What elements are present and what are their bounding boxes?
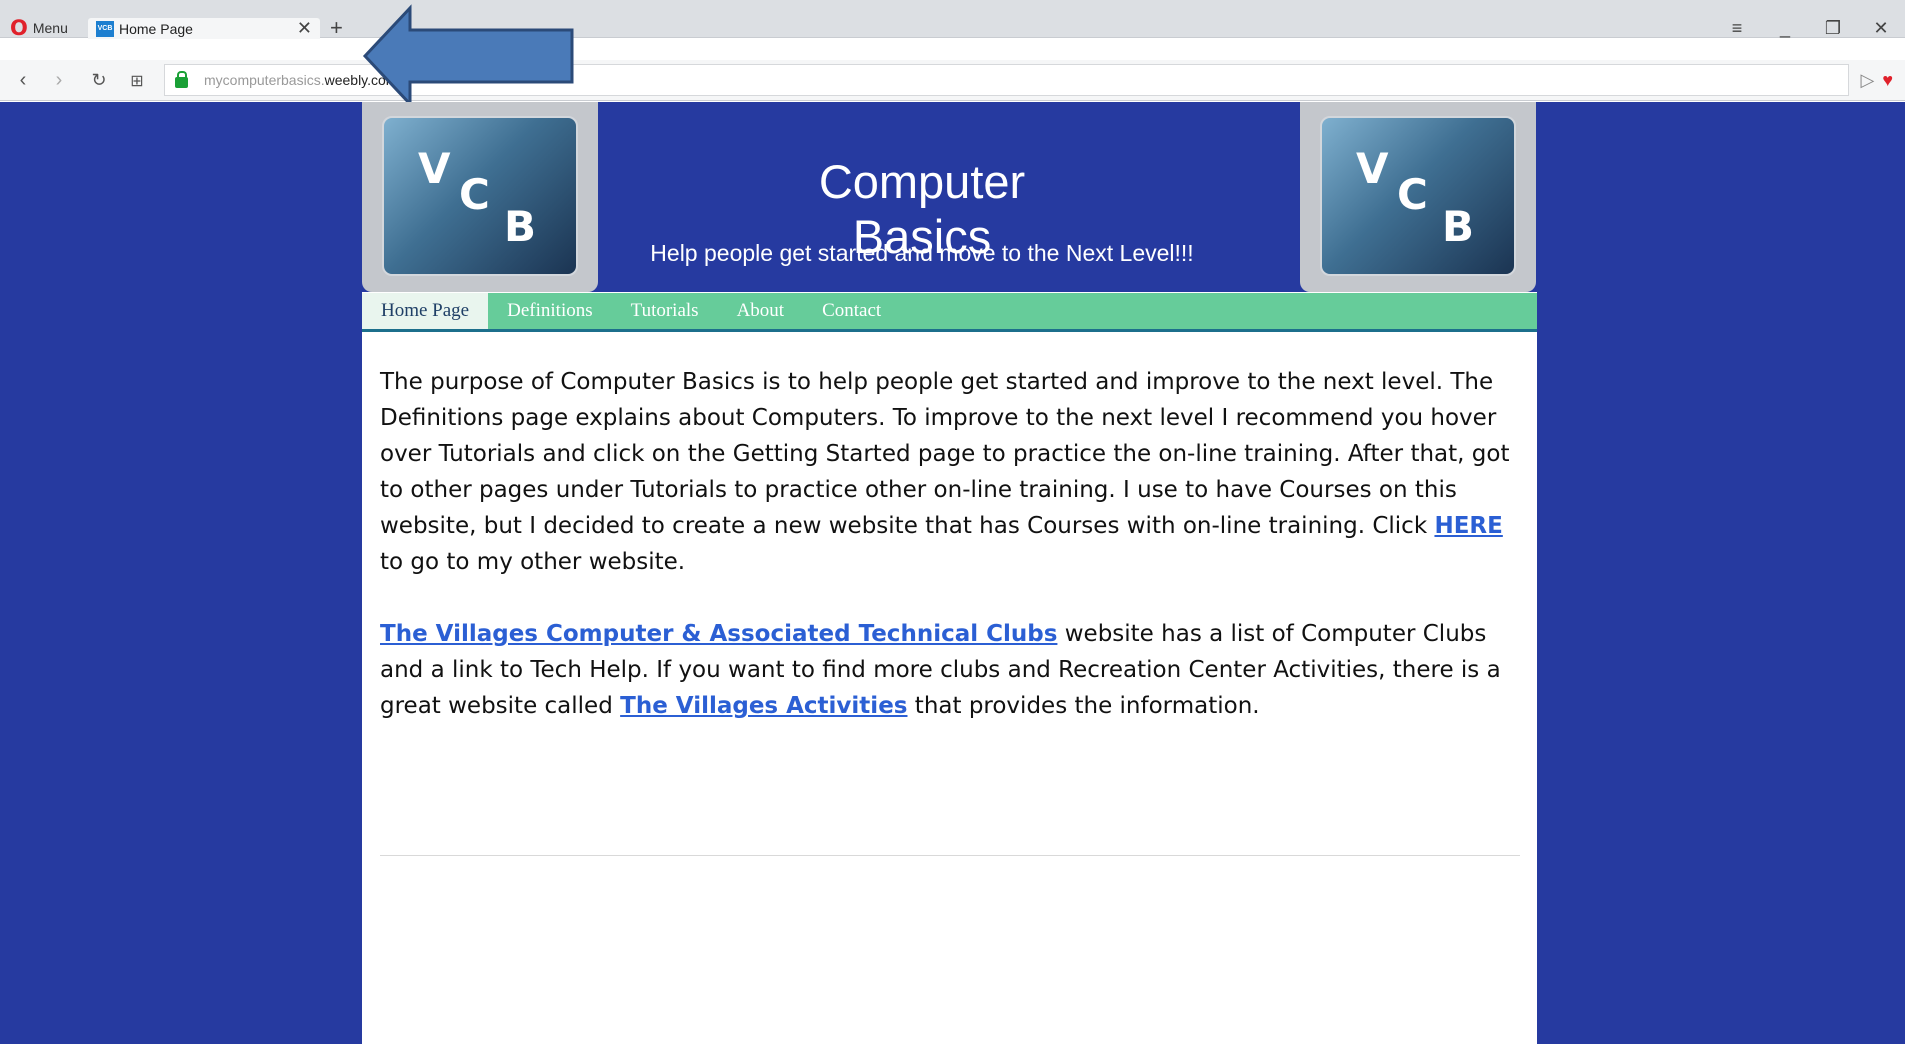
villages-activities-link[interactable]: The Villages Activities [620, 693, 907, 719]
site-tagline: Help people get started and move to the … [650, 240, 1194, 266]
logo-letter-c: C [1397, 170, 1428, 219]
villages-computer-clubs-link[interactable]: The Villages Computer & Associated Techn… [380, 621, 1057, 647]
tab-bar: O Menu VCB Home Page ✕ + ≡ _ ❐ ✕ [0, 0, 1905, 40]
back-icon[interactable]: ‹ [8, 60, 38, 101]
lock-icon [175, 70, 188, 88]
main-content: The purpose of Computer Basics is to hel… [380, 364, 1520, 760]
clubs-paragraph: The Villages Computer & Associated Techn… [380, 616, 1520, 724]
tab-menu-icon[interactable]: ≡ [1713, 18, 1761, 38]
content-divider [380, 855, 1520, 856]
here-link[interactable]: HERE [1434, 513, 1502, 539]
tab-home-page[interactable]: VCB Home Page ✕ [88, 18, 320, 39]
page-container: V C B Computer Basics Help people get st… [362, 102, 1537, 1044]
reload-icon[interactable]: ↻ [84, 60, 114, 101]
forward-icon[interactable]: › [44, 60, 74, 101]
nav-tutorials[interactable]: Tutorials [612, 293, 718, 329]
send-icon[interactable]: ▷ [1860, 70, 1874, 91]
opera-menu-button[interactable]: O Menu [0, 15, 68, 40]
logo-letter-v: V [1356, 144, 1389, 193]
minimize-icon[interactable]: _ [1761, 18, 1809, 38]
vcb-logo-icon: V C B [1320, 116, 1516, 276]
menu-label: Menu [32, 20, 68, 36]
nav-definitions[interactable]: Definitions [488, 293, 612, 329]
heart-icon[interactable]: ♥ [1882, 70, 1893, 91]
window-controls: ≡ _ ❐ ✕ [1713, 18, 1905, 38]
url-subdomain: mycomputerbasics. [204, 72, 325, 88]
intro-text: The purpose of Computer Basics is to hel… [380, 369, 1510, 539]
logo-left: V C B [362, 102, 598, 292]
nav-home-page[interactable]: Home Page [362, 293, 489, 329]
site-nav: Home Page Definitions Tutorials About Co… [362, 293, 1537, 332]
site-header: V C B Computer Basics Help people get st… [362, 102, 1537, 292]
page-viewport: V C B Computer Basics Help people get st… [0, 102, 1905, 1044]
intro-tail-text: to go to my other website. [380, 549, 686, 575]
nav-contact[interactable]: Contact [803, 293, 900, 329]
vcb-logo-icon: V C B [382, 116, 578, 276]
logo-letter-b: B [504, 202, 537, 251]
opera-logo-icon: O [10, 15, 28, 40]
new-tab-icon[interactable]: + [330, 17, 343, 39]
address-bar: ‹ › ↻ ⊞ mycomputerbasics. weebly.com ▷ ♥ [0, 60, 1905, 101]
address-bar-actions: ▷ ♥ [1860, 60, 1893, 101]
clubs-tail-text: that provides the information. [907, 693, 1260, 719]
logo-right: V C B [1300, 102, 1536, 292]
logo-letter-b: B [1442, 202, 1475, 251]
intro-paragraph: The purpose of Computer Basics is to hel… [380, 364, 1520, 580]
annotation-arrow-icon [362, 4, 574, 104]
tab-close-icon[interactable]: ✕ [297, 18, 312, 39]
close-window-icon[interactable]: ✕ [1857, 18, 1905, 38]
speed-dial-icon[interactable]: ⊞ [122, 60, 152, 101]
logo-letter-v: V [418, 144, 451, 193]
nav-about[interactable]: About [718, 293, 804, 329]
site-favicon-icon: VCB [96, 20, 114, 37]
logo-letter-c: C [459, 170, 490, 219]
tab-title: Home Page [119, 20, 193, 37]
restore-icon[interactable]: ❐ [1809, 18, 1857, 38]
